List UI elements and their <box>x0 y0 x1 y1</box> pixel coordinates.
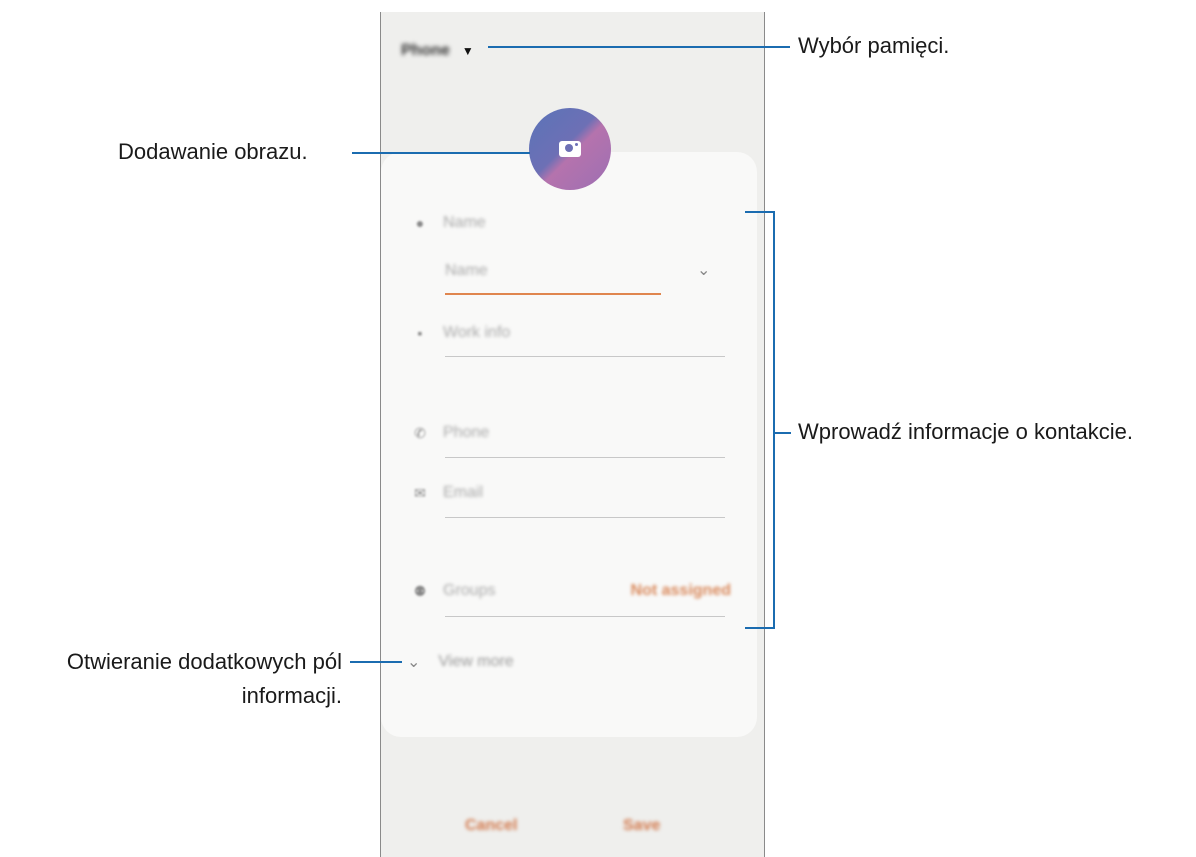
name-input[interactable]: Name <box>445 262 488 280</box>
groups-value: Not assigned <box>630 582 731 599</box>
work-info-label: Work info <box>443 324 511 341</box>
storage-annotation: Wybór pamięci. <box>798 33 950 58</box>
phone-underline <box>445 457 725 458</box>
name-input-placeholder: Name <box>445 262 488 279</box>
phone-screen: Phone ▼ ● Name Name ⌄ ▪ Work info ✆ Phon… <box>380 12 765 857</box>
phone-label: Phone <box>443 424 490 441</box>
contact-form-card: ● Name Name ⌄ ▪ Work info ✆ Phone ✉ Emai… <box>381 152 757 737</box>
name-input-underline <box>445 293 661 295</box>
dropdown-arrow-icon[interactable]: ▼ <box>462 44 474 58</box>
more-fields-callout-line <box>350 661 402 663</box>
name-row: ● Name <box>411 214 486 232</box>
storage-selector[interactable]: Phone ▼ <box>401 42 474 60</box>
building-icon: ▪ <box>417 325 423 341</box>
work-info-row[interactable]: ▪ Work info <box>411 324 511 342</box>
more-fields-annotation-line1: Otwieranie dodatkowych pól <box>66 649 342 674</box>
enter-info-annotation: Wprowadź informacje o kontakcie. <box>798 419 1134 444</box>
storage-label: Phone <box>401 42 450 59</box>
email-row[interactable]: ✉ Email <box>411 484 483 502</box>
phone-icon: ✆ <box>414 424 426 441</box>
view-more-button[interactable]: ⌄ View more <box>407 652 514 672</box>
groups-underline <box>445 616 725 617</box>
mail-icon: ✉ <box>414 484 426 501</box>
view-more-label: View more <box>438 653 514 670</box>
cancel-button[interactable]: Cancel <box>465 817 517 835</box>
phone-row[interactable]: ✆ Phone <box>411 424 489 442</box>
work-info-underline <box>445 356 725 357</box>
bracket-bottom <box>745 627 775 629</box>
groups-row[interactable]: ⚉ Groups Not assigned <box>411 582 731 600</box>
bracket-tick <box>773 432 791 434</box>
add-image-button[interactable] <box>529 108 611 190</box>
chevron-down-icon: ⌄ <box>407 654 421 671</box>
groups-label: Groups <box>443 582 496 599</box>
storage-callout-line <box>488 46 790 48</box>
chevron-down-icon[interactable]: ⌄ <box>697 260 710 280</box>
save-button[interactable]: Save <box>623 817 660 835</box>
email-underline <box>445 517 725 518</box>
more-fields-annotation-line2: informacji. <box>241 683 342 708</box>
bracket-vertical <box>773 211 775 629</box>
group-icon: ⚉ <box>413 582 427 599</box>
camera-icon <box>559 141 581 157</box>
email-label: Email <box>443 484 484 501</box>
person-icon: ● <box>415 215 425 231</box>
bracket-top <box>745 211 775 213</box>
name-header: Name <box>443 214 486 231</box>
add-image-callout-line <box>352 152 530 154</box>
add-image-annotation: Dodawanie obrazu. <box>118 139 308 164</box>
